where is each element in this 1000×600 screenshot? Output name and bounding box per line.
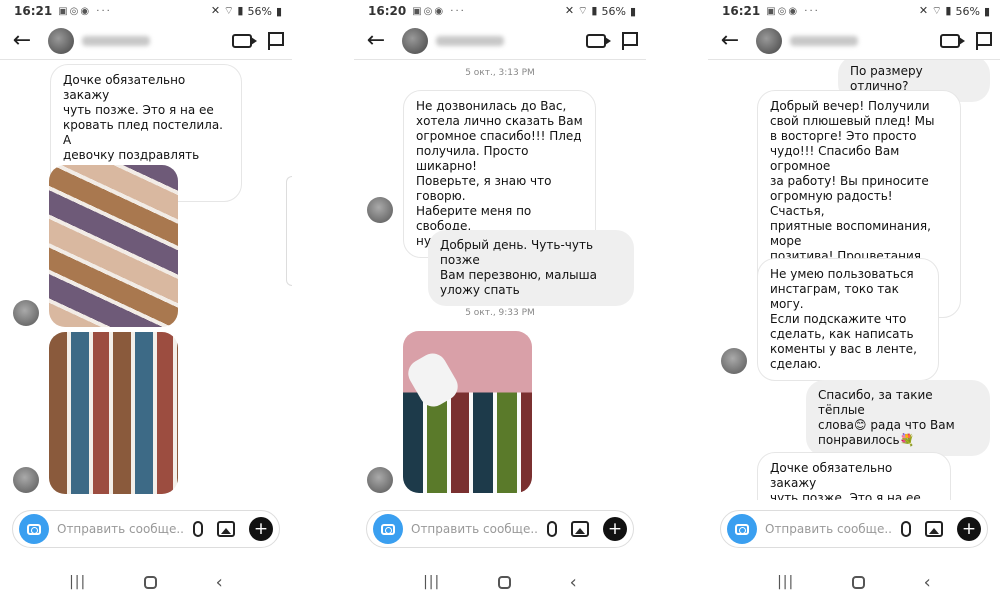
- battery-icon: ▮: [629, 4, 636, 18]
- camera-icon: [735, 523, 749, 535]
- android-nav-bar: ||| ‹: [0, 564, 292, 600]
- battery-level: 56%: [955, 4, 980, 18]
- chat-screen-2: 16:20 ▣◎◉ ··· ✕ ⌔ ▮ 56% ▮ ← 5 окт., 3:13…: [354, 0, 646, 600]
- signal-icon: ✕ ⌔ ▮: [564, 4, 598, 17]
- photo-message[interactable]: [49, 165, 178, 327]
- status-time: 16:21: [14, 4, 53, 18]
- back-button[interactable]: ←: [8, 27, 36, 55]
- camera-button[interactable]: [373, 514, 403, 544]
- system-back-button[interactable]: ‹: [924, 572, 931, 593]
- status-right: ✕ ⌔ ▮ 56% ▮: [211, 4, 282, 18]
- photo-message[interactable]: [403, 331, 532, 493]
- message-thread[interactable]: По размеру отлично? Добрый вечер! Получи…: [708, 60, 1000, 500]
- notification-icons: ▣◎◉ ···: [412, 5, 466, 17]
- chat-screen-3: 16:21 ▣◎◉ ··· ✕ ⌔ ▮ 56% ▮ ← По размеру о…: [708, 0, 1000, 600]
- header-actions: [940, 31, 992, 50]
- chat-screen-1: 16:21 ▣◎◉ ··· ✕ ⌔ ▮ 56% ▮ ← Дочке обязат…: [0, 0, 292, 600]
- back-button[interactable]: ←: [362, 27, 390, 55]
- battery-level: 56%: [601, 4, 626, 18]
- video-call-icon[interactable]: [940, 33, 965, 48]
- back-button[interactable]: ←: [716, 27, 744, 55]
- camera-icon: [27, 523, 41, 535]
- home-button[interactable]: [852, 575, 866, 589]
- chat-header: ←: [0, 22, 292, 60]
- outgoing-message: Добрый день. Чуть-чуть позже Вам перезво…: [428, 230, 634, 306]
- message-composer: +: [720, 510, 988, 548]
- contact-avatar[interactable]: [48, 27, 74, 54]
- sender-avatar[interactable]: [367, 467, 393, 493]
- home-button[interactable]: [144, 575, 158, 589]
- message-input[interactable]: [765, 522, 893, 536]
- notification-icons: ▣◎◉ ···: [58, 5, 112, 17]
- camera-button[interactable]: [19, 514, 49, 544]
- android-nav-bar: ||| ‹: [354, 564, 646, 600]
- message-composer: +: [366, 510, 634, 548]
- contact-avatar[interactable]: [756, 27, 782, 54]
- gallery-icon[interactable]: [925, 521, 943, 537]
- battery-icon: ▮: [275, 4, 282, 18]
- recents-button[interactable]: |||: [69, 574, 86, 590]
- sender-avatar[interactable]: [721, 348, 747, 374]
- adjacent-screen-edge: [286, 176, 292, 286]
- flag-icon[interactable]: [976, 31, 992, 50]
- video-call-icon[interactable]: [232, 33, 257, 48]
- signal-icon: ✕ ⌔ ▮: [210, 4, 244, 17]
- message-thread[interactable]: 5 окт., 3:13 PM Не дозвонилась до Вас, х…: [354, 60, 646, 500]
- sender-avatar[interactable]: [367, 197, 393, 223]
- gallery-icon[interactable]: [571, 521, 589, 537]
- camera-button[interactable]: [727, 514, 757, 544]
- battery-level: 56%: [247, 4, 272, 18]
- message-input[interactable]: [411, 522, 539, 536]
- photo-message[interactable]: [49, 332, 178, 494]
- chat-header: ←: [708, 22, 1000, 60]
- contact-avatar[interactable]: [402, 27, 428, 54]
- microphone-icon[interactable]: [901, 521, 911, 537]
- gallery-icon[interactable]: [217, 521, 235, 537]
- message-composer: +: [12, 510, 280, 548]
- flag-icon[interactable]: [268, 31, 284, 50]
- header-actions: [232, 31, 284, 50]
- timestamp: 5 окт., 9:33 PM: [465, 308, 535, 318]
- microphone-icon[interactable]: [547, 521, 557, 537]
- status-bar: 16:20 ▣◎◉ ··· ✕ ⌔ ▮ 56% ▮: [354, 0, 646, 22]
- recents-button[interactable]: |||: [777, 574, 794, 590]
- video-call-icon[interactable]: [586, 33, 611, 48]
- header-actions: [586, 31, 638, 50]
- status-bar: 16:21 ▣◎◉ ··· ✕ ⌔ ▮ 56% ▮: [0, 0, 292, 22]
- contact-username-blurred[interactable]: [82, 35, 150, 46]
- timestamp: 5 окт., 3:13 PM: [465, 68, 535, 78]
- chat-header: ←: [354, 22, 646, 60]
- contact-username-blurred[interactable]: [790, 35, 858, 46]
- sender-avatar[interactable]: [13, 467, 39, 493]
- status-right: ✕ ⌔ ▮ 56% ▮: [919, 4, 990, 18]
- flag-icon[interactable]: [622, 31, 638, 50]
- incoming-message: Не умею пользоваться инстаграм, токо так…: [757, 258, 939, 381]
- status-time: 16:20: [368, 4, 407, 18]
- status-right: ✕ ⌔ ▮ 56% ▮: [565, 4, 636, 18]
- notification-icons: ▣◎◉ ···: [766, 5, 820, 17]
- signal-icon: ✕ ⌔ ▮: [918, 4, 952, 17]
- android-nav-bar: ||| ‹: [708, 564, 1000, 600]
- home-button[interactable]: [498, 575, 512, 589]
- status-bar: 16:21 ▣◎◉ ··· ✕ ⌔ ▮ 56% ▮: [708, 0, 1000, 22]
- contact-username-blurred[interactable]: [436, 35, 504, 46]
- plus-button[interactable]: +: [957, 517, 981, 541]
- microphone-icon[interactable]: [193, 521, 203, 537]
- plus-button[interactable]: +: [249, 517, 273, 541]
- status-time: 16:21: [722, 4, 761, 18]
- battery-icon: ▮: [983, 4, 990, 18]
- outgoing-message: Спасибо, за такие тёплые слова😊 рада что…: [806, 380, 990, 456]
- camera-icon: [381, 523, 395, 535]
- system-back-button[interactable]: ‹: [570, 572, 577, 593]
- incoming-message: Дочке обязательно закажу чуть позже. Это…: [757, 452, 951, 500]
- system-back-button[interactable]: ‹: [216, 572, 223, 593]
- plus-button[interactable]: +: [603, 517, 627, 541]
- message-thread[interactable]: Дочке обязательно закажу чуть позже. Это…: [0, 60, 292, 500]
- recents-button[interactable]: |||: [423, 574, 440, 590]
- message-input[interactable]: [57, 522, 185, 536]
- sender-avatar[interactable]: [13, 300, 39, 326]
